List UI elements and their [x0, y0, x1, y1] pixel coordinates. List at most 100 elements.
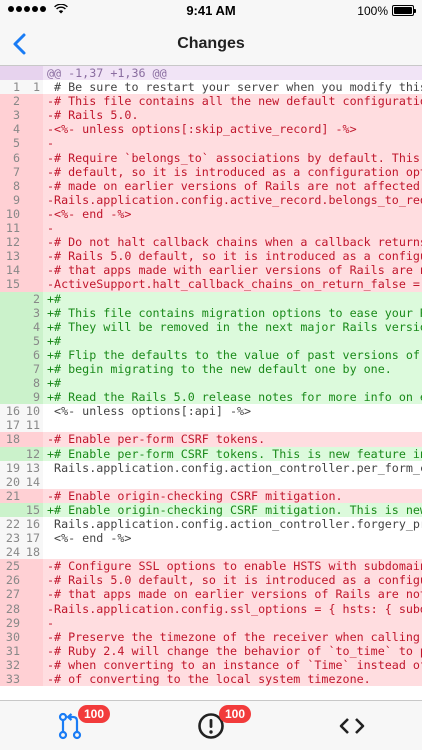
old-line-number: [0, 291, 23, 306]
new-line-number: [23, 136, 43, 151]
old-line-number: 33: [0, 672, 23, 687]
code-text: @@ -1,37 +1,36 @@: [47, 66, 167, 80]
new-line-number: [23, 615, 43, 630]
code-text: -# of converting to the local system tim…: [47, 672, 371, 687]
new-line-number: [23, 235, 43, 250]
status-bar: 9:41 AM 100%: [0, 0, 422, 22]
code-text: -<%- end -%>: [47, 206, 132, 221]
new-line-number: [23, 488, 43, 503]
new-line-number: [23, 164, 43, 179]
old-line-number: 27: [0, 587, 23, 602]
old-line-number: 20: [0, 474, 23, 489]
diff-line-add: 3 +# This file contains migration options…: [0, 305, 422, 320]
new-line-number: 6: [23, 347, 43, 362]
diff-view[interactable]: @@ -1,37 +1,36 @@ 1 1 # Be sure to restart…: [0, 66, 422, 700]
code-text: +#: [47, 376, 62, 391]
diff-line-add: 9 +# Read the Rails 5.0 release notes for…: [0, 390, 422, 405]
code-text: -# Rails 5.0 default, so it is introduce…: [47, 249, 422, 264]
diff-line-del: 25 -# Configure SSL options to enable HST…: [0, 559, 422, 574]
old-line-number: 30: [0, 629, 23, 644]
diff-line-del: 27 -# that apps made on earlier versions …: [0, 587, 422, 602]
old-line-number: 16: [0, 404, 23, 419]
diff-line-del: 4 -<%- unless options[:skip_active_record…: [0, 122, 422, 137]
code-text: -: [47, 615, 55, 630]
code-text: -# Rails 5.0.: [47, 108, 139, 123]
diff-line-ctx: 16 10 <%- unless options[:api] -%>: [0, 404, 422, 419]
code-text: -# that apps made with earlier versions …: [47, 263, 422, 278]
code-text: +# Enable origin-checking CSRF mitigatio…: [47, 502, 422, 517]
new-line-number: [23, 221, 43, 236]
code-text: -# Preserve the timezone of the receiver…: [47, 629, 420, 644]
tab-code[interactable]: [282, 701, 422, 750]
code-text: -ActiveSupport.halt_callback_chains_on_r…: [47, 277, 422, 292]
code-text: +# They will be removed in the next majo…: [47, 319, 422, 334]
diff-line-del: 29 -: [0, 615, 422, 630]
diff-line-add: 8 +#: [0, 376, 422, 391]
code-text: -# when converting to an instance of `Ti…: [47, 657, 422, 672]
diff-line-del: 10 -<%- end -%>: [0, 206, 422, 222]
new-line-number: [23, 150, 43, 165]
new-line-number: 4: [23, 319, 43, 334]
new-line-number: 15: [23, 502, 43, 517]
new-line-number: [23, 249, 43, 264]
new-line-number: [23, 263, 43, 278]
code-text: -# Ruby 2.4 will change the behavior of …: [47, 643, 422, 658]
diff-line-del: 9 -Rails.application.config.active_record…: [0, 192, 422, 207]
code-text: -# Do not halt callback chains when a ca…: [47, 235, 422, 250]
new-line-number: [23, 108, 43, 123]
page-title: Changes: [177, 35, 245, 52]
code-icon: [339, 718, 365, 734]
old-line-number: [0, 333, 23, 348]
code-text: # Be sure to restart your server when yo…: [54, 80, 422, 95]
old-line-number: 6: [0, 150, 23, 165]
new-line-number: 9: [23, 390, 43, 405]
code-text: Rails.application.config.action_controll…: [54, 460, 422, 475]
code-text: -# Configure SSL options to enable HSTS …: [47, 559, 422, 574]
old-line-number: 21: [0, 488, 23, 503]
old-line-number: 25: [0, 559, 23, 574]
new-line-number: [23, 178, 43, 193]
new-line-number: [23, 206, 43, 222]
old-line-number: 1: [0, 80, 23, 95]
code-text: <%- unless options[:api] -%>: [47, 404, 252, 419]
code-text: -# default, so it is introduced as a con…: [47, 164, 422, 179]
diff-line-del: 12 -# Do not halt callback chains when a …: [0, 235, 422, 250]
issues-badge: 100: [219, 705, 252, 723]
old-line-number: 24: [0, 545, 23, 560]
old-line-number: 22: [0, 517, 23, 532]
diff-line-del: 2 -# This file contains all the new defau…: [0, 94, 422, 109]
code-text: -# that apps made on earlier versions of…: [47, 587, 422, 602]
new-line-number: 7: [23, 361, 43, 377]
diff-line-add: 6 +# Flip the defaults to the value of pa…: [0, 347, 422, 362]
new-line-number: [23, 643, 43, 658]
tab-issues[interactable]: 100: [141, 701, 281, 750]
old-line-number: 23: [0, 531, 23, 546]
diff-line-del: 5-: [0, 136, 422, 151]
old-line-number: 32: [0, 657, 23, 673]
code-text: +# Read the Rails 5.0 release notes for …: [47, 390, 422, 405]
code-text: -# This file contains all the new defaul…: [47, 94, 422, 109]
new-line-number: [23, 601, 43, 616]
new-line-number: 3: [23, 305, 43, 320]
new-line-number: [23, 573, 43, 588]
tab-pull-requests[interactable]: 100: [0, 701, 140, 750]
diff-line-del: 21 -# Enable origin-checking CSRF mitigat…: [0, 488, 422, 503]
old-line-number: [0, 305, 23, 320]
new-line-number: 17: [23, 531, 43, 546]
diff-line-del: 3 -# Rails 5.0.: [0, 108, 422, 123]
code-text: +#: [47, 291, 62, 306]
old-line-number: 10: [0, 206, 23, 222]
new-line-number: 12: [23, 446, 43, 461]
old-line-number: 12: [0, 235, 23, 250]
old-line-number: 29: [0, 615, 23, 630]
old-line-number: 18: [0, 432, 23, 447]
new-line-number: 8: [23, 376, 43, 391]
old-line-number: 8: [0, 178, 23, 193]
diff-line-del: 28 -Rails.application.config.ssl_options …: [0, 601, 422, 616]
code-text: -Rails.application.config.active_record.…: [47, 192, 422, 207]
code-text: -Rails.application.config.ssl_options = …: [47, 601, 422, 616]
code-text: -: [47, 221, 55, 236]
diff-line-del: 30 -# Preserve the timezone of the receiv…: [0, 629, 422, 644]
old-line-number: 31: [0, 643, 23, 658]
